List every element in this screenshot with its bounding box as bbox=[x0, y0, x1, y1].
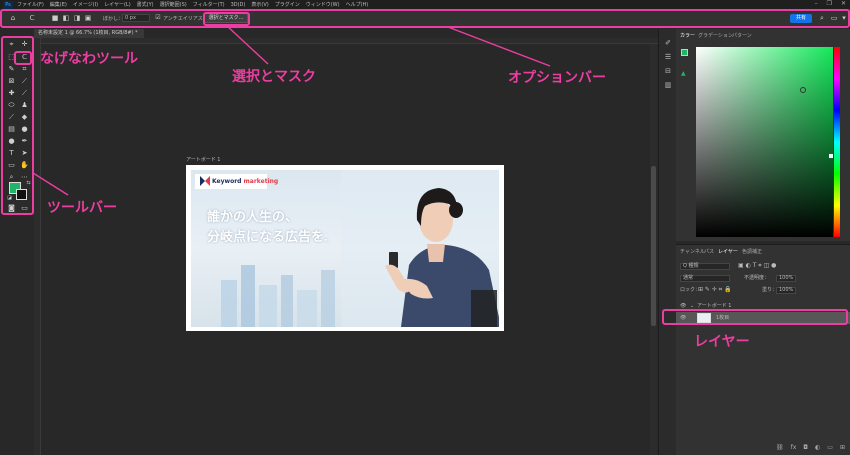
blend-row: 通常 不透明度： 100% bbox=[676, 273, 850, 283]
fill-label: 塗り： bbox=[762, 287, 778, 293]
restore-icon[interactable]: ❐ bbox=[827, 0, 832, 7]
new-group-icon[interactable]: ▭ bbox=[827, 444, 833, 451]
minimize-icon[interactable]: – bbox=[815, 0, 818, 7]
menu-window[interactable]: ウィンドウ(W) bbox=[306, 1, 340, 8]
artboard[interactable]: Keyword marketing 誰かの人生の、 分岐点になる広告を。 bbox=[186, 165, 504, 331]
brand-name: Keyword marketing bbox=[212, 177, 278, 186]
adjustments-icon[interactable]: ⊟ bbox=[663, 67, 673, 75]
menu-3d[interactable]: 3D(D) bbox=[231, 2, 246, 8]
menu-view[interactable]: 表示(V) bbox=[251, 1, 268, 8]
lock-label: ロック： bbox=[680, 287, 701, 293]
keyword-marketing-logo-icon bbox=[200, 176, 210, 186]
hue-slider-pointer[interactable] bbox=[829, 154, 833, 158]
menu-image[interactable]: イメージ(I) bbox=[73, 1, 98, 8]
canvas-scrollbar-thumb[interactable] bbox=[651, 166, 656, 326]
brand-name-accent: marketing bbox=[243, 178, 279, 185]
menu-help[interactable]: ヘルプ(H) bbox=[346, 1, 369, 8]
window-controls: – ❐ ✕ bbox=[815, 0, 846, 7]
opacity-label: 不透明度： bbox=[744, 275, 770, 281]
layer-highlight bbox=[662, 309, 848, 325]
new-layer-icon[interactable]: ⊞ bbox=[840, 444, 845, 451]
document-tab[interactable]: 名称未設定 1 @ 66.7% (1枚目, RGB/8#) * bbox=[34, 29, 144, 38]
brand-logo: Keyword marketing bbox=[195, 174, 278, 189]
tab-adjustments[interactable]: 色調補正 bbox=[742, 248, 762, 255]
annotation-toolbar: ツールバー bbox=[47, 200, 117, 216]
lock-row: ロック： ⊞ ✎ ✛ ⌗ 🔒 塗り： 100% bbox=[676, 285, 850, 295]
tab-layers[interactable]: レイヤー bbox=[718, 248, 738, 255]
artboard-label[interactable]: アートボード 1 bbox=[186, 156, 220, 163]
options-bar-highlight bbox=[0, 9, 850, 28]
menu-bar: Ps ファイル(F) 編集(E) イメージ(I) レイヤー(L) 書式(Y) 選… bbox=[0, 0, 850, 9]
annotation-options-bar: オプションバー bbox=[508, 70, 606, 86]
annotation-layers: レイヤー bbox=[694, 334, 750, 350]
color-panel: カラー グラデーション パターン ▲ bbox=[676, 29, 850, 241]
filter-row: Q 種類 ▣ ◐ T ⌗ ◫ ● bbox=[676, 261, 850, 271]
blend-mode-select[interactable]: 通常 bbox=[680, 275, 730, 282]
layer-style-icon[interactable]: fx bbox=[791, 444, 797, 451]
banner-image: Keyword marketing 誰かの人生の、 分岐点になる広告を。 bbox=[191, 170, 499, 327]
city-skyline-image bbox=[221, 265, 335, 327]
menu-file[interactable]: ファイル(F) bbox=[17, 1, 44, 8]
panel-foreground-swatch[interactable] bbox=[681, 49, 688, 56]
add-mask-icon[interactable]: ◘ bbox=[803, 444, 808, 451]
layer-kind-filter[interactable]: Q 種類 bbox=[680, 263, 730, 270]
opacity-input[interactable]: 100% bbox=[776, 275, 796, 282]
menu-plugins[interactable]: プラグイン bbox=[275, 1, 300, 8]
headline-line-1: 誰かの人生の、 bbox=[207, 210, 299, 225]
close-icon[interactable]: ✕ bbox=[841, 0, 846, 7]
properties-icon[interactable]: ☰ bbox=[663, 53, 673, 61]
annotation-select-and-mask: 選択とマスク bbox=[232, 69, 316, 85]
panel-icon-strip: ✐ ☰ ⊟ ▥ bbox=[658, 29, 676, 455]
tab-channels[interactable]: チャンネル bbox=[680, 248, 705, 255]
history-icon[interactable]: ▥ bbox=[663, 81, 673, 89]
link-layers-icon[interactable]: ⛓ bbox=[776, 444, 784, 451]
annotation-lasso-tool: なげなわツール bbox=[40, 51, 138, 67]
brand-name-main: Keyword bbox=[212, 178, 244, 185]
color-picker-ring[interactable] bbox=[800, 87, 806, 93]
hue-slider[interactable] bbox=[834, 47, 840, 237]
color-field[interactable] bbox=[696, 47, 833, 237]
tab-gradient[interactable]: グラデーション bbox=[698, 32, 733, 39]
ruler-vertical bbox=[34, 38, 41, 455]
headline-line-2-text: 分岐点になる広告を bbox=[207, 230, 325, 245]
photoshop-logo-icon: Ps bbox=[3, 0, 13, 9]
toolbar-highlight bbox=[1, 36, 34, 215]
adjustment-layer-icon[interactable]: ◐ bbox=[815, 444, 820, 451]
headline-period: 。 bbox=[324, 234, 334, 244]
tab-color[interactable]: カラー bbox=[680, 32, 695, 39]
filter-icons[interactable]: ▣ ◐ T ⌗ ◫ ● bbox=[738, 261, 776, 271]
lock-icons[interactable]: ⊞ ✎ ✛ ⌗ 🔒 bbox=[698, 285, 732, 295]
tab-pattern[interactable]: パターン bbox=[732, 32, 752, 39]
gamut-warning-icon: ▲ bbox=[681, 70, 686, 77]
menu-type[interactable]: 書式(Y) bbox=[137, 1, 154, 8]
menu-edit[interactable]: 編集(E) bbox=[50, 1, 67, 8]
menu-filter[interactable]: フィルター(T) bbox=[193, 1, 225, 8]
layer-actions: ⛓ fx ◘ ◐ ▭ ⊞ 🗑 bbox=[776, 444, 850, 451]
fill-input[interactable]: 100% bbox=[776, 287, 796, 294]
tab-paths[interactable]: パス bbox=[704, 248, 714, 255]
brush-settings-icon[interactable]: ✐ bbox=[663, 39, 673, 47]
headline-line-2: 分岐点になる広告を。 bbox=[207, 226, 333, 245]
ruler-horizontal bbox=[41, 38, 658, 44]
menu-select[interactable]: 選択範囲(S) bbox=[160, 1, 187, 8]
menu-layer[interactable]: レイヤー(L) bbox=[104, 1, 131, 8]
select-mask-highlight bbox=[203, 12, 250, 26]
woman-with-smartphone-image bbox=[341, 170, 499, 327]
